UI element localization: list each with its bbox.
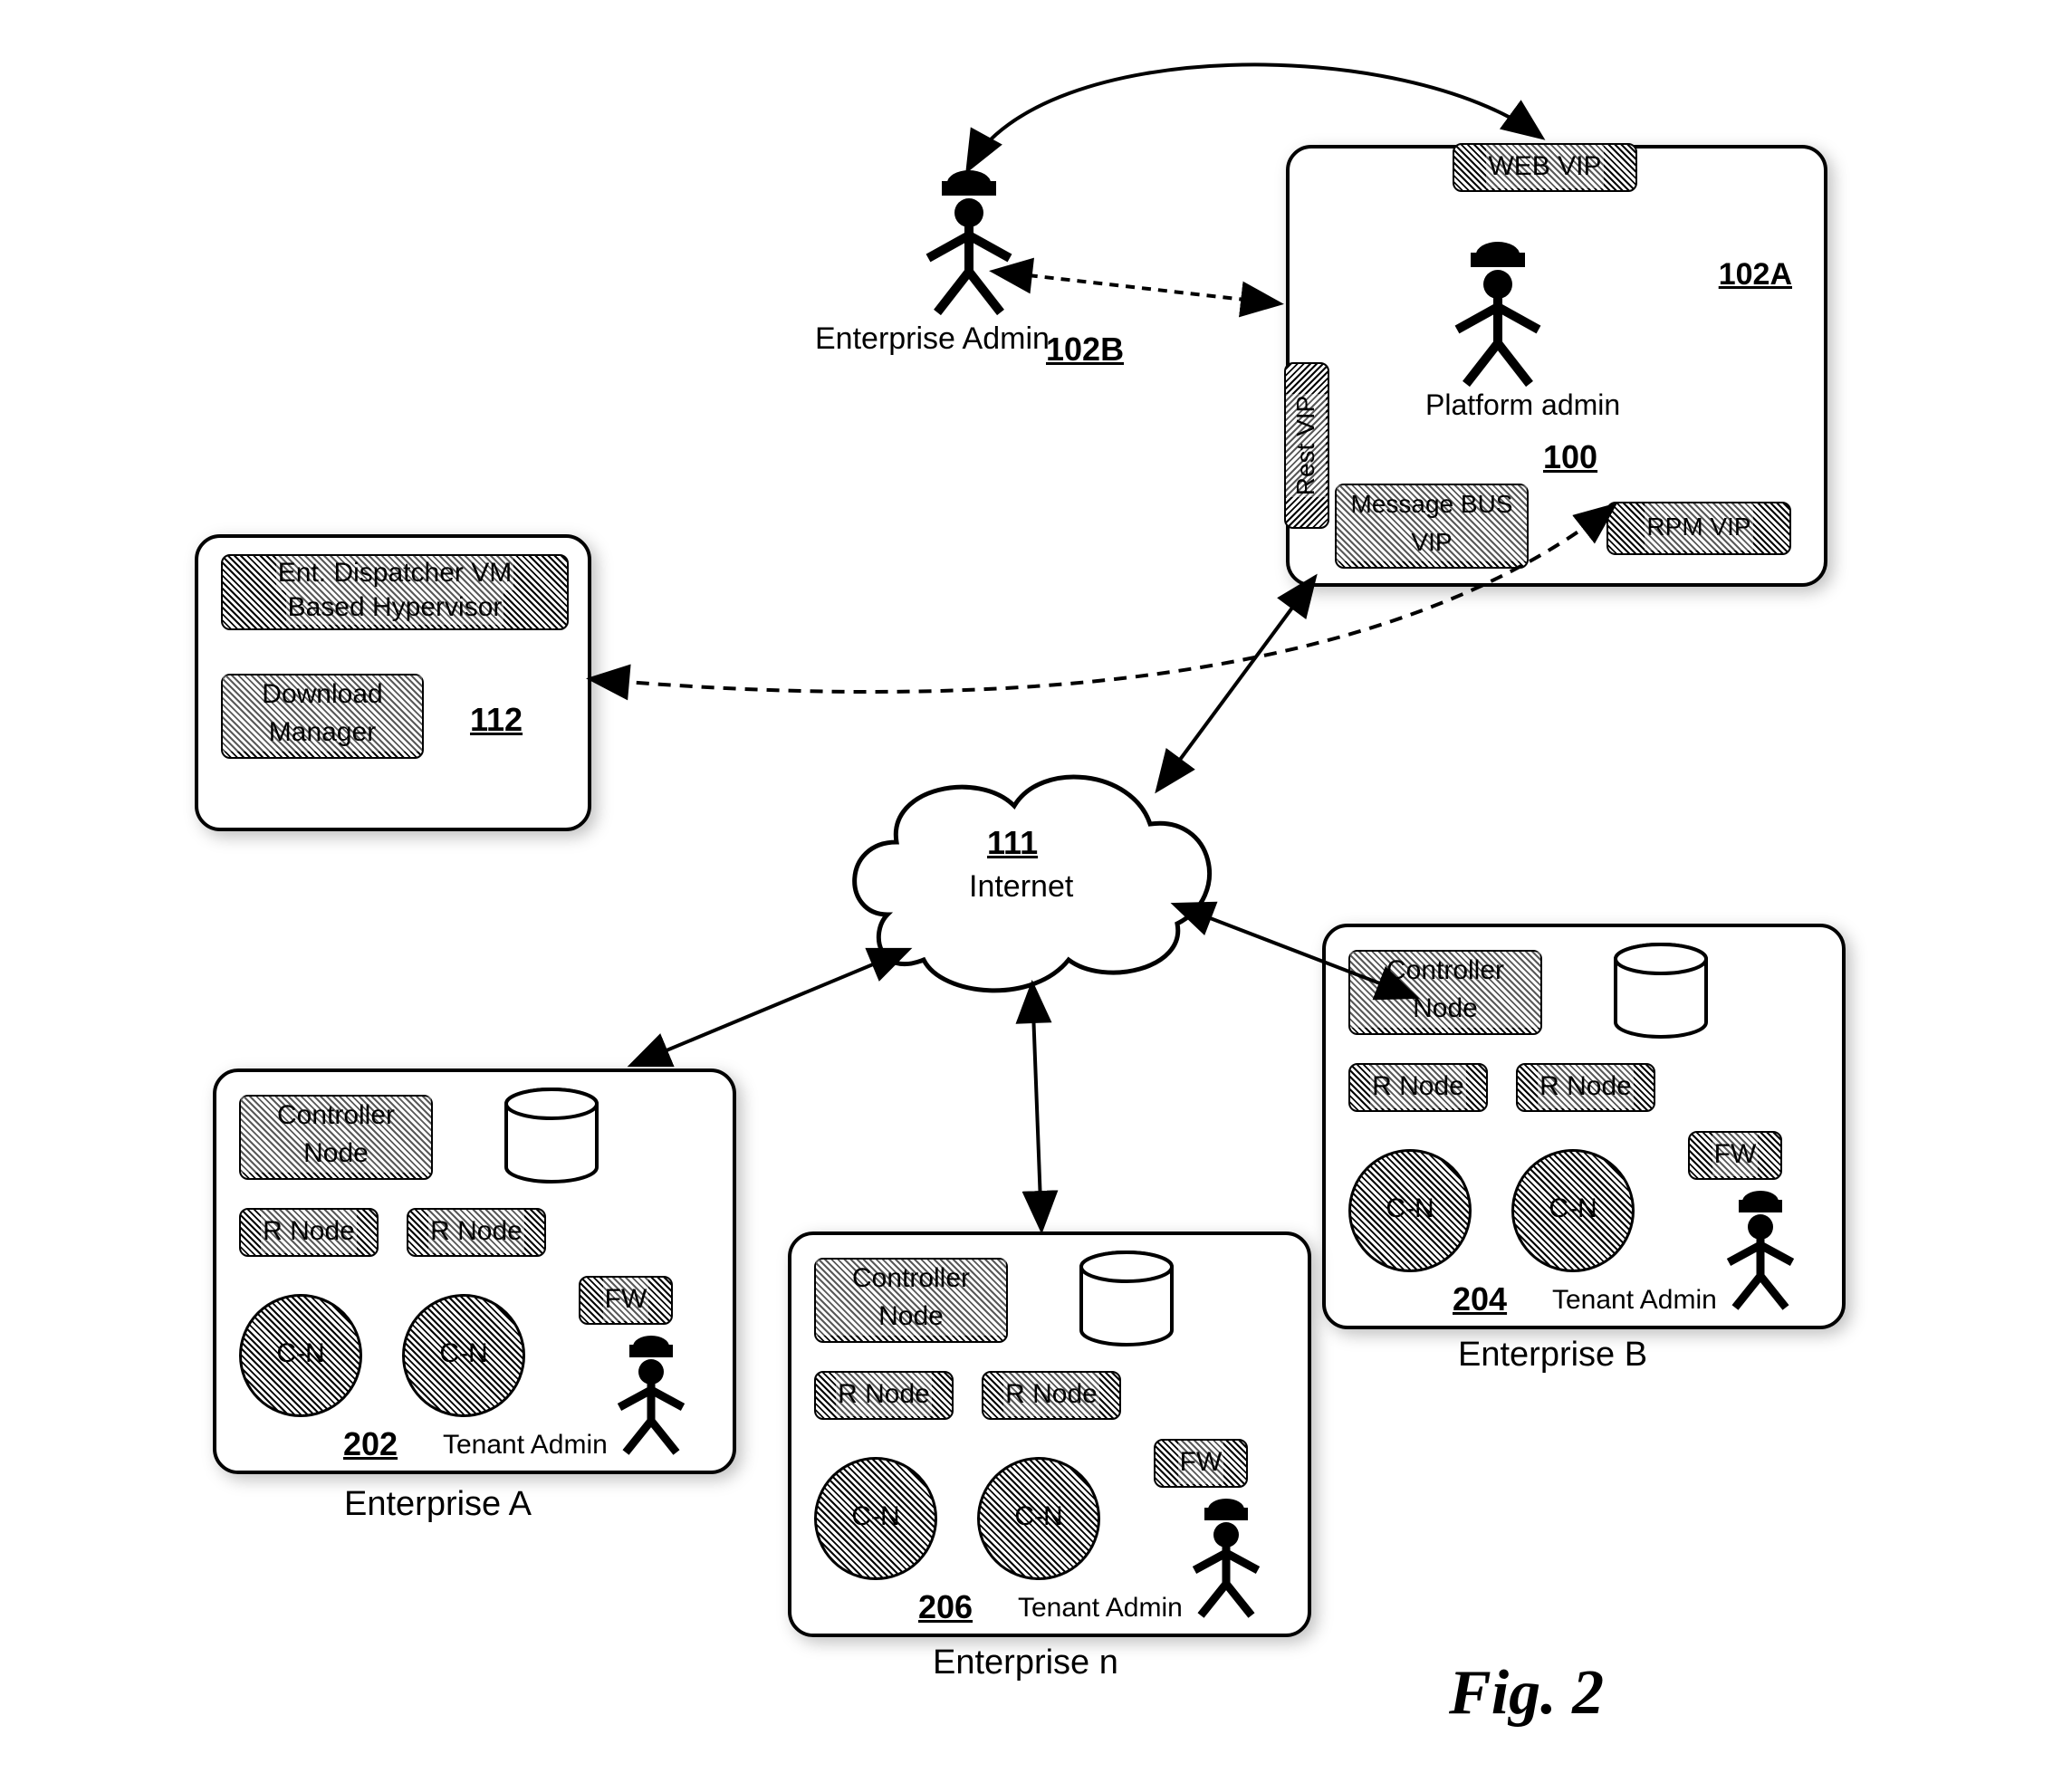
connectors	[0, 0, 2062, 1792]
figure-caption: Fig. 2	[1449, 1657, 1604, 1730]
